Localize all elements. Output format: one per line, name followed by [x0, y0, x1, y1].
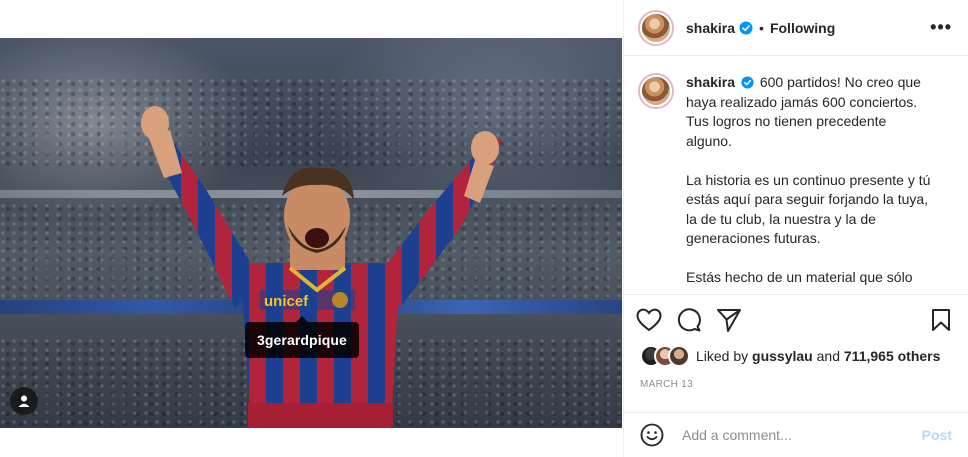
caption-paragraph-2: La historia es un continuo presente y tú…: [686, 171, 931, 247]
celebrating-player: unicef: [141, 106, 502, 428]
jersey-sponsor-text: unicef: [264, 293, 309, 310]
post-header: shakira • Following •••: [624, 0, 968, 56]
header-separator: •: [759, 19, 764, 36]
action-bar: [636, 295, 952, 345]
comment-button[interactable]: [676, 300, 716, 340]
post-comment-button[interactable]: Post: [922, 427, 952, 443]
emoji-smiley-icon: [640, 423, 664, 447]
comment-icon: [677, 308, 701, 332]
caption-avatar[interactable]: [640, 75, 672, 107]
likes-prefix: Liked by: [696, 348, 749, 364]
caption-section: shakira 600 partidos! No creo que haya r…: [624, 57, 968, 294]
emoji-button[interactable]: [640, 422, 666, 448]
person-icon: [18, 395, 30, 407]
caption-verified-icon: [741, 76, 754, 89]
verified-badge-icon: [739, 21, 753, 35]
caption-username[interactable]: shakira: [686, 74, 735, 90]
share-button[interactable]: [716, 300, 756, 340]
user-tags-button[interactable]: [10, 387, 38, 415]
liker-avatar: [668, 345, 690, 367]
likes-conjunction: and: [816, 348, 840, 364]
like-button[interactable]: [636, 300, 676, 340]
likers-avatars[interactable]: [640, 345, 690, 367]
comment-input[interactable]: [682, 427, 922, 443]
likes-row: Liked by gussylau and 711,965 others: [640, 345, 952, 367]
share-icon: [717, 309, 741, 332]
user-tag-pique[interactable]: 3gerardpique: [245, 316, 359, 358]
heart-icon: [636, 308, 662, 332]
likes-summary: Liked by gussylau and 711,965 others: [696, 348, 940, 364]
instagram-post: unicef 3gerardpique shakira • Following …: [0, 0, 968, 457]
following-button[interactable]: Following: [770, 20, 835, 36]
post-date[interactable]: MARCH 13: [640, 379, 952, 390]
actions-section: Liked by gussylau and 711,965 others MAR…: [624, 294, 968, 412]
caption-text: shakira 600 partidos! No creo que haya r…: [686, 73, 936, 294]
caption-paragraph-3: Estás hecho de un material que sólo: [686, 269, 913, 285]
post-image[interactable]: unicef 3gerardpique: [0, 38, 622, 428]
comment-bar: Post: [624, 412, 968, 457]
caption-paragraph-1: shakira 600 partidos! No creo que haya r…: [686, 73, 936, 151]
more-options-icon[interactable]: •••: [930, 17, 952, 38]
save-button[interactable]: [912, 300, 952, 340]
post-side-panel: shakira • Following ••• shakira 600 part…: [623, 0, 968, 457]
bookmark-icon: [932, 309, 950, 331]
author-username[interactable]: shakira: [686, 20, 735, 36]
likes-others-count[interactable]: 711,965 others: [844, 348, 941, 364]
author-avatar[interactable]: [640, 11, 672, 44]
liked-by-username[interactable]: gussylau: [752, 348, 813, 364]
